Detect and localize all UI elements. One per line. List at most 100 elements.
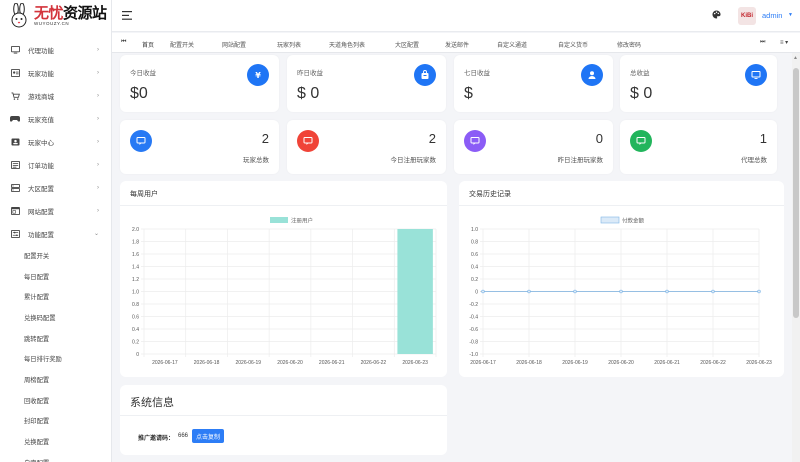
card-label: 七日收益 bbox=[464, 70, 490, 77]
sidebar-item[interactable]: 订单功能 › bbox=[0, 153, 111, 176]
sidebar-subitem[interactable]: 回收配置 bbox=[0, 390, 111, 411]
y-tick-label: -1.0 bbox=[469, 352, 478, 358]
x-tick-label: 2026-06-18 bbox=[194, 360, 220, 366]
y-tick-label: 0 bbox=[475, 290, 478, 296]
count-value: 2 bbox=[428, 131, 436, 146]
sidebar-item[interactable]: 功能配置 ⌄ bbox=[0, 222, 111, 245]
tab[interactable]: 发送邮件 bbox=[445, 40, 469, 49]
sidebar-nav: 代理功能 › 玩家功能 › 游戏商城 › 玩家充值 › 玩家中心 › 订单功能 › 大区配置 › 网站配置 ›… bbox=[0, 32, 111, 462]
tab[interactable]: 首页 bbox=[142, 40, 154, 49]
gamepad-icon bbox=[10, 114, 20, 124]
x-tick-label: 2026-06-22 bbox=[700, 360, 726, 366]
count-card: 0 昨日注册玩家数 bbox=[454, 120, 613, 174]
palette-icon[interactable] bbox=[712, 10, 721, 21]
invite-label: 推广邀请码： bbox=[138, 436, 175, 442]
user-card-icon bbox=[10, 68, 20, 78]
menu-toggle-icon[interactable] bbox=[122, 11, 132, 22]
tab[interactable]: 天道角色列表 bbox=[329, 40, 365, 49]
chat-icon bbox=[464, 130, 486, 152]
sidebar-subitem[interactable]: 每日配置 bbox=[0, 266, 111, 287]
y-tick-label: -0.2 bbox=[469, 302, 478, 308]
sidebar-item[interactable]: 网站配置 › bbox=[0, 199, 111, 222]
copy-button[interactable]: 点击复制 bbox=[192, 429, 225, 443]
sidebar-item[interactable]: 玩家充值 › bbox=[0, 107, 111, 130]
tab-scroll-left-icon[interactable]: ⏮ bbox=[121, 39, 126, 46]
tab[interactable]: 配置开关 bbox=[170, 40, 194, 49]
avatar[interactable]: KiBi bbox=[738, 7, 756, 25]
count-label: 今日注册玩家数 bbox=[390, 157, 437, 164]
scrollbar-thumb[interactable] bbox=[793, 68, 799, 318]
sidebar-subitem[interactable]: 兑换码配置 bbox=[0, 307, 111, 328]
tab[interactable]: 自定义货币 bbox=[558, 40, 588, 49]
card-value: $ 0 bbox=[297, 85, 320, 102]
y-tick-label: 0.6 bbox=[132, 315, 139, 321]
revenue-card: 今日收益 $0 ¥ bbox=[120, 55, 279, 112]
count-value: 0 bbox=[595, 131, 603, 146]
scroll-up-icon[interactable]: ▲ bbox=[793, 55, 798, 61]
tab-scroll-right-icon[interactable]: ⏭ bbox=[760, 39, 765, 46]
chevron-right-icon: › bbox=[97, 161, 99, 168]
y-tick-label: 1.0 bbox=[471, 227, 478, 233]
revenue-card: 七日收益 $ bbox=[454, 55, 613, 112]
tab[interactable]: 大区配置 bbox=[395, 40, 419, 49]
logo-subtitle: WUYOUZY.CN bbox=[34, 20, 70, 26]
tab[interactable]: 修改密码 bbox=[617, 40, 641, 49]
sidebar-subitem[interactable]: 每日排行奖励 bbox=[0, 348, 111, 369]
sidebar-subitem[interactable]: 自定配置 bbox=[0, 452, 111, 462]
sidebar-subitem[interactable]: 兑换配置 bbox=[0, 431, 111, 452]
sidebar-subitem[interactable]: 累计配置 bbox=[0, 286, 111, 307]
data-point[interactable] bbox=[665, 289, 669, 294]
sidebar-item[interactable]: 大区配置 › bbox=[0, 176, 111, 199]
data-point[interactable] bbox=[481, 289, 485, 294]
sidebar-subitem[interactable]: 配置开关 bbox=[0, 245, 111, 266]
data-point[interactable] bbox=[619, 289, 623, 294]
sidebar-item[interactable]: 玩家功能 › bbox=[0, 61, 111, 84]
user-menu[interactable]: admin bbox=[762, 11, 782, 20]
card-value: $ bbox=[464, 85, 473, 102]
sidebar-item-label: 游戏商城 bbox=[28, 93, 54, 101]
yen-icon: ¥ bbox=[247, 64, 269, 86]
sidebar-subitem[interactable]: 封印配置 bbox=[0, 411, 111, 432]
bag-icon bbox=[414, 64, 436, 86]
tab[interactable]: 玩家列表 bbox=[277, 40, 301, 49]
sidebar-subitem[interactable]: 跳转配置 bbox=[0, 328, 111, 349]
y-tick-label: 1.2 bbox=[132, 277, 139, 283]
legend-swatch bbox=[600, 216, 620, 224]
x-tick-label: 2026-06-21 bbox=[654, 360, 680, 366]
monitor-icon bbox=[10, 45, 20, 55]
data-point[interactable] bbox=[711, 289, 715, 294]
server-icon bbox=[10, 183, 20, 193]
browser-icon bbox=[10, 206, 20, 216]
tab[interactable]: 网站配置 bbox=[222, 40, 246, 49]
caret-down-icon[interactable]: ▼ bbox=[788, 12, 793, 18]
tab[interactable]: 自定义通道 bbox=[497, 40, 527, 49]
x-tick-label: 2026-06-20 bbox=[277, 360, 303, 366]
y-tick-label: -0.8 bbox=[469, 340, 478, 346]
chevron-down-icon: ⌄ bbox=[93, 231, 99, 237]
chevron-right-icon: › bbox=[97, 207, 99, 214]
bar[interactable] bbox=[397, 229, 433, 354]
list-icon bbox=[10, 160, 20, 170]
y-tick-label: 0.2 bbox=[471, 277, 478, 283]
rabbit-logo-icon bbox=[6, 3, 32, 29]
top-header: KiBi admin ▼ bbox=[112, 0, 800, 32]
sidebar-item[interactable]: 代理功能 › bbox=[0, 38, 111, 61]
data-point[interactable] bbox=[757, 289, 761, 294]
sidebar-subitem[interactable]: 周榜配置 bbox=[0, 369, 111, 390]
sidebar-item[interactable]: 玩家中心 › bbox=[0, 130, 111, 153]
y-tick-label: 1.0 bbox=[132, 290, 139, 296]
data-point[interactable] bbox=[527, 289, 531, 294]
tab-menu-icon[interactable]: ≡ ▾ bbox=[780, 39, 788, 46]
logo[interactable]: 无忧资源站 WUYOUZY.CN bbox=[0, 0, 111, 32]
data-point[interactable] bbox=[573, 289, 577, 294]
y-tick-label: 1.6 bbox=[132, 252, 139, 258]
chevron-right-icon: › bbox=[97, 184, 99, 191]
weekly-users-panel: 每周用户 注册用户 2.0 1.8 1.6 1.4 1.2 1.0 0.8 0.6 0.4 0.2 0… bbox=[120, 181, 447, 377]
sidebar-item-label: 玩家中心 bbox=[28, 139, 54, 147]
x-tick-label: 2026-06-22 bbox=[361, 360, 387, 366]
legend-swatch bbox=[270, 217, 288, 223]
sidebar-item-label: 代理功能 bbox=[28, 47, 54, 55]
sidebar-item[interactable]: 游戏商城 › bbox=[0, 84, 111, 107]
id-card-icon bbox=[10, 137, 20, 147]
y-tick-label: -0.4 bbox=[469, 315, 478, 321]
